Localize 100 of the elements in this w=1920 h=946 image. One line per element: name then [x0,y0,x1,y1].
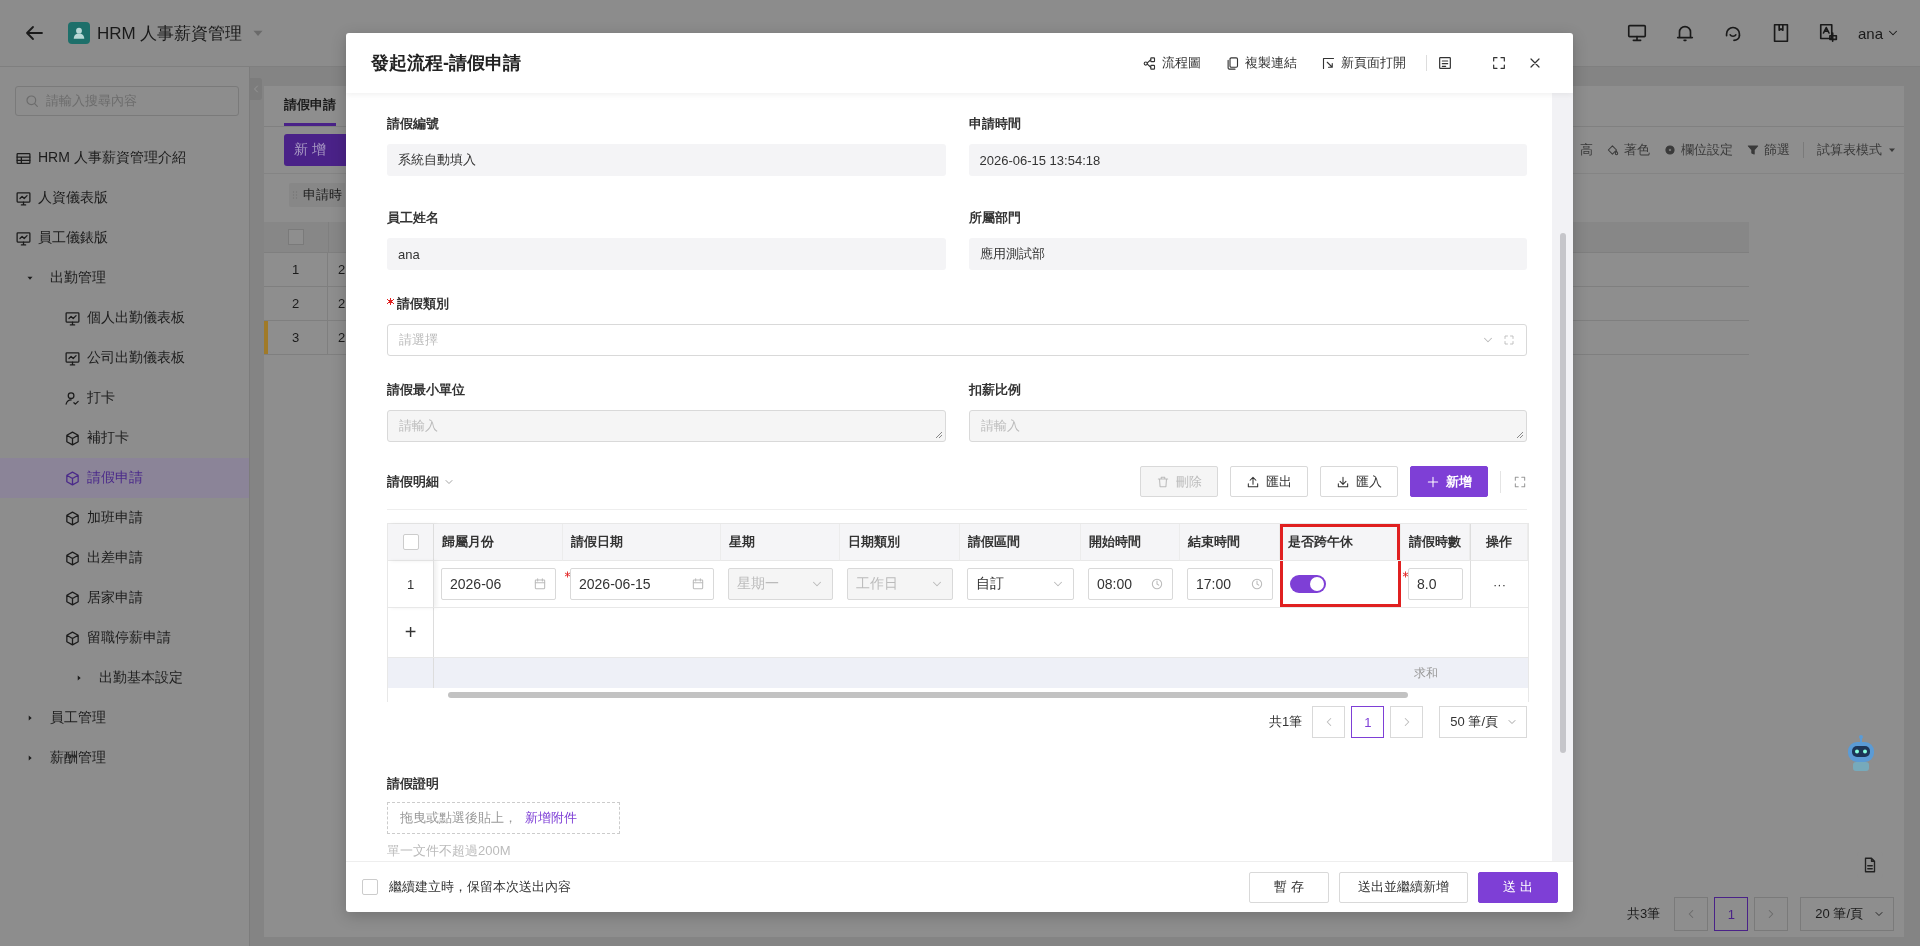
read-only-field: 應用測試部 [968,238,1527,270]
clock-icon [1150,577,1164,591]
more-actions-button[interactable]: ··· [1493,576,1506,592]
sidebar-item[interactable]: 出差申請 [0,538,249,578]
date-field[interactable]: 2026-06-15 [570,568,714,600]
toggle-switch[interactable] [1290,575,1326,593]
total-count: 共1筆 [1269,713,1303,731]
action-button[interactable]: 暫 存 [1249,871,1329,903]
time-field[interactable]: 17:00 [1187,568,1273,600]
header-action[interactable]: 新頁面打開 [1321,54,1406,72]
submit-button[interactable]: 送 出 [1478,871,1558,903]
dashboard-icon [64,349,81,367]
upload-prompt: 拖曳或點選後貼上， [400,809,517,827]
row-number: 3 [264,321,328,355]
import-icon [1336,474,1350,489]
field-label: 所屬部門 [968,209,1021,227]
export-icon [1246,474,1260,489]
import-button[interactable]: 匯入 [1320,466,1398,497]
add-button[interactable]: 新 增 [284,134,346,166]
sidebar-item[interactable]: 公司出勤儀表板 [0,338,249,378]
select-field[interactable]: 自訂 [967,568,1074,600]
column-header: 星期 [721,524,840,561]
header-action[interactable]: 流程圖 [1142,54,1201,72]
user-name[interactable]: ana [1857,24,1883,42]
open-new-page-icon [1321,55,1336,71]
page-button[interactable]: 1 [1714,897,1749,931]
dashboard-icon [15,229,32,247]
sidebar-item[interactable]: 打卡 [0,378,249,418]
table-cell: 2 [338,296,346,311]
table-cell: 2 [338,330,346,345]
add-attachment-link[interactable]: 新增附件 [525,809,577,827]
page-size-select[interactable]: 20 筆/頁 [1800,897,1894,931]
sidebar-item[interactable]: 人資儀表版 [0,178,249,218]
resize-grip-icon[interactable] [1516,431,1524,439]
toolbar-item[interactable]: 篩選 [1746,141,1790,159]
horizontal-scrollbar[interactable] [448,692,1408,698]
row-number: 1 [406,576,415,592]
sidebar-item[interactable]: 居家申請 [0,578,249,618]
column-header: 是否跨午休 [1280,524,1401,561]
export-button[interactable]: 匯出 [1230,466,1308,497]
field-label: 請假證明 [387,775,439,793]
sidebar-item[interactable]: 出勤基本設定 [0,658,249,698]
summary-label: 求和 [1414,664,1438,682]
calendar-icon [533,577,547,591]
fullscreen-icon[interactable] [1491,55,1507,71]
sidebar-item[interactable]: HRM 人事薪資管理介紹 [0,138,249,178]
sort-chip[interactable]: 申請時 [289,183,345,207]
sidebar-item[interactable]: 出勤管理 [0,258,249,298]
date-field[interactable]: 2026-06 [441,568,556,600]
total-count: 共3筆 [1627,905,1661,923]
toolbar-item[interactable]: 試算表模式 [1817,141,1898,159]
toolbar-item[interactable]: 高 [1580,141,1593,159]
dialog-title: 發起流程-請假申請 [371,52,522,75]
toolbar-item[interactable]: 欄位設定 [1663,141,1733,159]
page-size-select[interactable]: 50 筆/頁 [1439,706,1527,738]
sidebar-item[interactable]: 個人出勤儀表板 [0,298,249,338]
side-panel-icon[interactable] [1437,55,1453,71]
calendar-icon [691,577,705,591]
time-field[interactable]: 08:00 [1088,568,1173,600]
page-button[interactable]: 1 [1351,706,1385,738]
column-header: 請假區間 [960,524,1081,561]
toolbar-item[interactable]: 著色 [1606,141,1650,159]
flowchart-icon [1142,55,1157,71]
monitor-icon[interactable] [1625,22,1648,44]
field-label: 請假類別 [387,295,449,313]
upload-area[interactable]: 拖曳或點選後貼上， 新增附件 [387,802,620,834]
translate-icon[interactable] [1817,22,1840,44]
resize-grip-icon[interactable] [934,431,943,439]
column-header: 結束時間 [1180,524,1280,561]
delete-icon [1156,474,1170,489]
filter-icon [1746,143,1760,157]
checkbox[interactable] [402,534,419,550]
column-header: 請假日期 [563,524,721,561]
field-label: 申請時間 [968,115,1021,133]
sidebar-item[interactable]: 薪酬管理 [0,738,249,778]
sidebar-item[interactable]: 員工儀錶版 [0,218,249,258]
required-mark-icon [1402,571,1409,578]
tab[interactable]: 請假申請 [284,86,336,126]
sidebar-item[interactable]: 留職停薪申請 [0,618,249,658]
row-number: 1 [264,253,328,287]
add-row-button[interactable]: + [404,621,417,644]
add-button[interactable]: 新增 [1410,466,1488,497]
checkbox[interactable] [362,879,378,895]
number-field[interactable]: 8.0 [1408,568,1463,600]
form-icon [64,549,81,567]
field-label: 請假編號 [387,115,439,133]
read-only-field: 2026-06-15 13:54:18 [968,144,1527,176]
vertical-scrollbar[interactable] [1560,233,1566,753]
column-header: 請假時數 [1401,524,1470,561]
sidebar-item[interactable]: 補打卡 [0,418,249,458]
sidebar-item[interactable]: 請假申請 [0,458,249,498]
app-logo-icon [68,22,90,44]
read-only-field: 系統自動填入 [387,144,946,176]
form-icon [64,469,81,487]
header-action[interactable]: 複製連結 [1225,54,1297,72]
sidebar-item[interactable]: 員工管理 [0,698,249,738]
section-title: 請假明細 [387,472,439,491]
sidebar-item[interactable]: 加班申請 [0,498,249,538]
action-button[interactable]: 送出並繼續新增 [1339,871,1468,903]
paint-icon [1606,143,1620,157]
